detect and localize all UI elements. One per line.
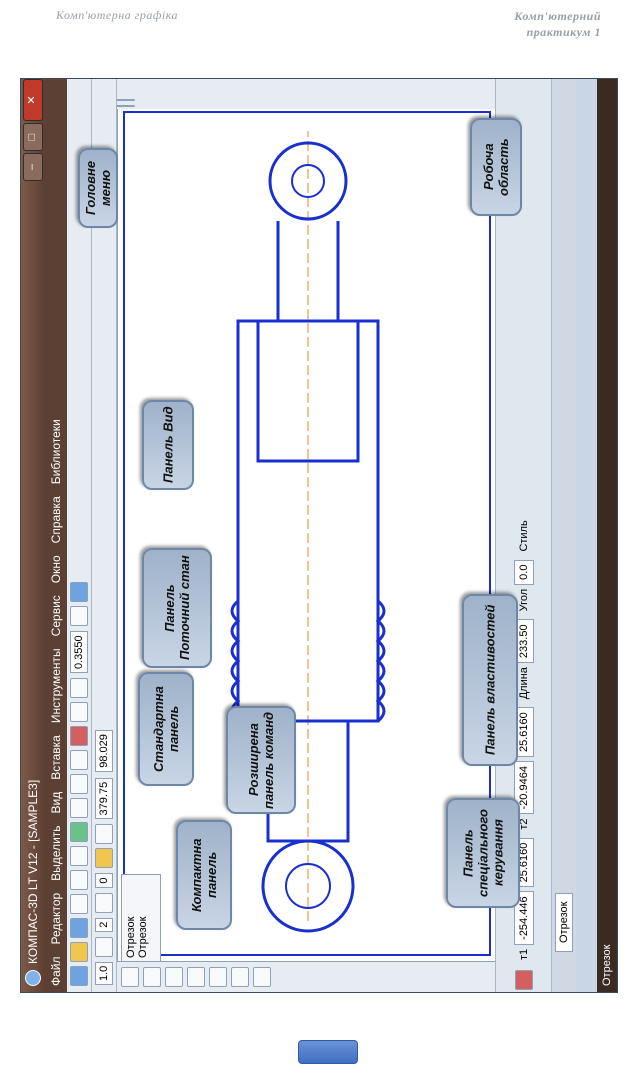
page-nav-button[interactable] xyxy=(298,1040,358,1064)
step-field[interactable]: 0 xyxy=(95,873,113,888)
select-icon[interactable] xyxy=(253,967,271,987)
open-file-icon[interactable] xyxy=(70,942,88,962)
work-area[interactable] xyxy=(117,105,497,962)
callout-view-panel: Панель Вид xyxy=(142,400,194,490)
view-panel xyxy=(116,79,495,109)
grid-icon[interactable] xyxy=(95,824,113,845)
page-header-right-line2: практикум 1 xyxy=(526,25,601,39)
main-menu: Файл Редактор Выделить Вид Вставка Инструмент… xyxy=(45,79,67,992)
new-file-icon[interactable] xyxy=(70,966,88,986)
zoom-out-icon[interactable] xyxy=(70,678,88,698)
pan-icon[interactable] xyxy=(70,606,88,627)
length-label: Длина xyxy=(518,667,530,700)
zoom-scale-field[interactable]: 0.3550 xyxy=(70,631,88,673)
callout-work-area: Робоча область xyxy=(470,118,522,216)
angle-field[interactable]: 0.0 xyxy=(514,559,534,585)
close-button[interactable]: ✕ xyxy=(23,79,43,121)
angle-label: Угол xyxy=(518,588,530,612)
zoom-in-icon[interactable] xyxy=(70,702,88,722)
cut-icon[interactable] xyxy=(70,870,88,890)
formula-icon[interactable] xyxy=(70,750,88,770)
snap-icon[interactable] xyxy=(95,848,113,869)
drawing-canvas xyxy=(123,111,491,956)
view-fit-icon[interactable] xyxy=(116,99,135,101)
callout-standard-panel: Стандартна панель xyxy=(138,672,194,786)
save-icon[interactable] xyxy=(70,918,88,938)
line-style-field[interactable]: 1.0 xyxy=(95,961,113,985)
point1-label: т1 xyxy=(518,948,530,960)
app-logo-icon xyxy=(25,970,41,986)
tab-segment[interactable]: Отрезок xyxy=(555,892,573,952)
coord-y-field: 98.029 xyxy=(95,730,113,772)
menu-item[interactable]: Выделить xyxy=(49,825,63,880)
dimensions-icon[interactable] xyxy=(143,967,161,987)
page-header-left: Комп'ютерна графіка xyxy=(56,8,179,22)
compact-panel xyxy=(117,961,495,992)
print-icon[interactable] xyxy=(70,894,88,914)
stop-icon[interactable] xyxy=(515,970,533,990)
symbols-icon[interactable] xyxy=(165,967,183,987)
maximize-button[interactable]: □ xyxy=(23,123,43,151)
menu-item[interactable]: Сервис xyxy=(49,595,63,636)
layer-icon[interactable] xyxy=(95,936,113,957)
callout-extended-panel: Розширена панель команд xyxy=(226,706,296,814)
layer-field[interactable]: 2 xyxy=(95,917,113,932)
window-title: КОМПАС-3D LT V12 - [SAMPLE3] xyxy=(26,779,40,964)
edit-icon[interactable] xyxy=(187,967,205,987)
menu-item[interactable]: Окно xyxy=(49,555,63,583)
menu-item[interactable]: Библиотеки xyxy=(49,419,63,484)
undo-icon[interactable] xyxy=(70,798,88,818)
menu-item[interactable]: Редактор xyxy=(49,893,63,945)
view-zoom-icon[interactable] xyxy=(116,105,135,107)
copy-icon[interactable] xyxy=(70,846,88,866)
menu-item[interactable]: Файл xyxy=(49,956,63,986)
menu-item[interactable]: Вид xyxy=(49,792,63,814)
menu-item[interactable]: Инструменты xyxy=(49,648,63,723)
title-bar: КОМПАС-3D LT V12 - [SAMPLE3] – □ ✕ xyxy=(21,79,45,992)
minimize-button[interactable]: – xyxy=(23,153,43,181)
popup-item-segment[interactable]: Отрезок xyxy=(137,878,149,958)
popup-title: Отрезок xyxy=(125,916,137,958)
step-icon[interactable] xyxy=(95,892,113,913)
style-label: Стиль xyxy=(518,520,530,552)
help-icon[interactable] xyxy=(70,726,88,746)
callout-special-panel: Панель спеціального керування xyxy=(446,798,520,908)
menu-item[interactable]: Справка xyxy=(49,496,63,543)
geometry-icon[interactable] xyxy=(121,967,139,987)
page-header-right-line1: Комп'ютерний xyxy=(514,9,601,23)
callout-main-menu: Головне меню xyxy=(78,148,118,228)
refresh-icon[interactable] xyxy=(70,582,88,603)
parametrize-icon[interactable] xyxy=(209,967,227,987)
callout-compact-panel: Компактна панель xyxy=(176,820,232,930)
coord-x-field: 379.75 xyxy=(95,777,113,820)
page-header-right: Комп'ютерний практикум 1 xyxy=(514,8,601,40)
document-tabs: Отрезок xyxy=(551,79,576,992)
paste-icon[interactable] xyxy=(70,822,88,842)
menu-item[interactable]: Вставка xyxy=(49,735,63,780)
callout-current-state: Панель Поточний стан xyxy=(142,548,212,668)
callout-properties-panel: Панель властивостей xyxy=(462,594,518,766)
status-bar: Отрезок xyxy=(597,79,617,992)
redo-icon[interactable] xyxy=(70,774,88,794)
extended-command-panel[interactable]: Отрезок Отрезок xyxy=(121,874,161,962)
measure-icon[interactable] xyxy=(231,967,249,987)
